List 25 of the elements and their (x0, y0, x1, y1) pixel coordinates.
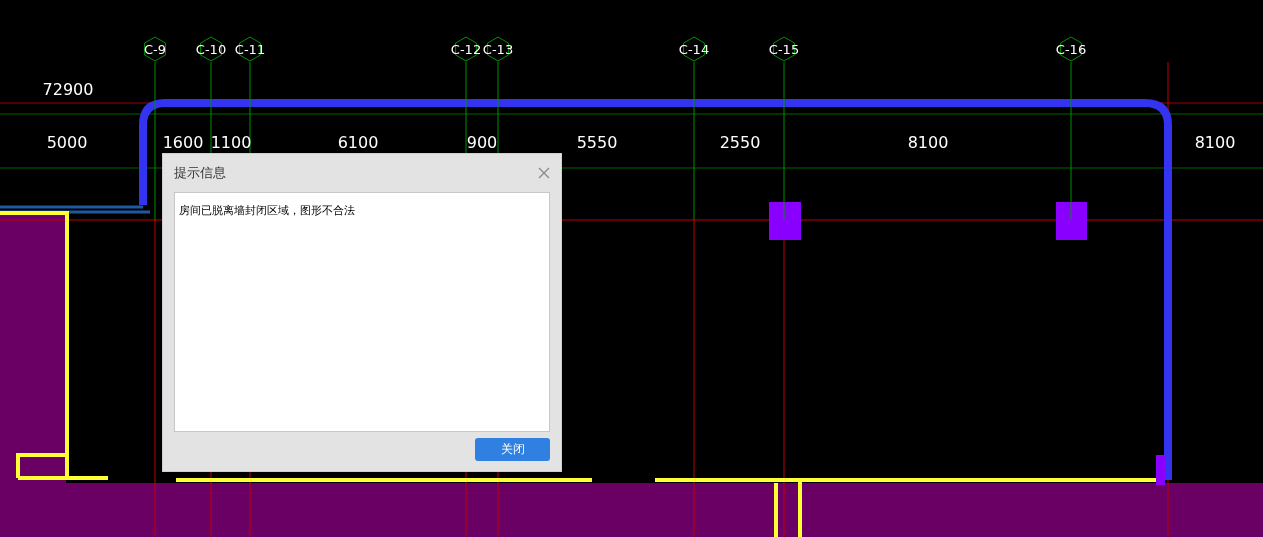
total-dimension: 72900 (42, 80, 94, 99)
close-button[interactable]: 关闭 (475, 438, 550, 461)
dimension-text: 900 (466, 133, 498, 152)
axis-label: C-9 (144, 36, 166, 62)
dimension-text: 8100 (1194, 133, 1236, 152)
axis-label: C-15 (768, 36, 800, 62)
dialog-title: 提示信息 (174, 164, 226, 182)
dimension-text: 6100 (337, 133, 379, 152)
axis-label: C-13 (482, 36, 514, 62)
dimension-text: 5550 (576, 133, 618, 152)
axis-label: C-14 (678, 36, 710, 62)
axis-label: C-10 (195, 36, 227, 62)
dimension-text: 1100 (210, 133, 252, 152)
axis-label: C-11 (234, 36, 266, 62)
column-block (769, 202, 801, 240)
dimension-text: 1600 (162, 133, 204, 152)
column-block (1056, 202, 1087, 240)
axis-label: C-12 (450, 36, 482, 62)
column-block (1156, 455, 1165, 485)
dimension-text: 8100 (907, 133, 949, 152)
dimension-text: 5000 (46, 133, 88, 152)
axis-label: C-16 (1055, 36, 1087, 62)
message-text: 房间已脱离墙封闭区域，图形不合法 (179, 204, 355, 217)
dimension-text: 2550 (719, 133, 761, 152)
close-icon[interactable] (538, 167, 550, 179)
